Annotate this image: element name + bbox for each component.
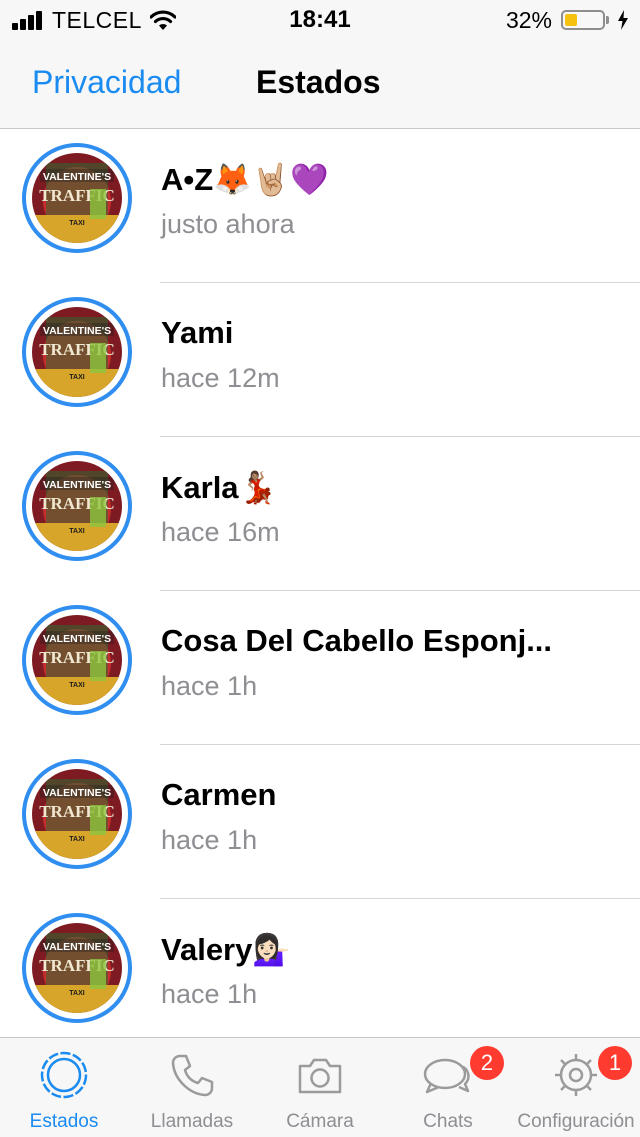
avatar-text-sub: TAXI xyxy=(69,682,84,689)
page-title: Estados xyxy=(256,64,381,100)
contact-name: Karla💃🏽 xyxy=(161,470,278,505)
phone-icon xyxy=(171,1054,214,1097)
status-ring[interactable]: VALENTINE'S TRAFFIC TAXI xyxy=(22,759,132,869)
status-row[interactable]: VALENTINE'S TRAFFIC TAXI Valery💁🏻‍♀️ hace 1h xyxy=(0,899,640,1037)
tab-camara[interactable]: Cámara xyxy=(256,1038,384,1137)
avatar-image: VALENTINE'STRAFFICTAXI xyxy=(32,307,122,397)
contact-name: Cosa Del Cabello Esponj... xyxy=(161,623,553,658)
tab-label: Llamadas xyxy=(150,1111,234,1132)
back-button-privacidad[interactable]: Privacidad xyxy=(32,64,181,101)
status-row[interactable]: VALENTINE'S TRAFFIC TAXI A•Z🦊🤘🏼💜 justo ahora xyxy=(0,129,640,283)
contact-name: Carmen xyxy=(161,777,277,812)
avatar-text-top: VALENTINE'S xyxy=(43,171,111,183)
camera-icon xyxy=(298,1058,342,1094)
avatar-image: VALENTINE'STRAFFICTAXI xyxy=(32,769,122,859)
contact-name: A•Z🦊🤘🏼💜 xyxy=(161,162,329,197)
avatar-image: VALENTINE'STRAFFICTAXI xyxy=(32,923,122,1013)
navigation-bar: Privacidad Estados xyxy=(0,40,640,129)
tab-llamadas[interactable]: Llamadas xyxy=(128,1038,256,1137)
avatar-text-top: VALENTINE'S xyxy=(43,941,111,953)
status-bar: TELCEL 18:41 32% xyxy=(0,0,640,40)
avatar-text-sub: TAXI xyxy=(69,836,84,843)
avatar-text-top: VALENTINE'S xyxy=(43,633,111,645)
status-ring[interactable]: VALENTINE'S TRAFFIC TAXI xyxy=(22,605,132,715)
avatar: VALENTINE'S TRAFFIC TAXI xyxy=(32,307,122,397)
tab-configuracion[interactable]: 1 Configuración xyxy=(512,1038,640,1137)
avatar-image: VALENTINE'STRAFFICTAXI xyxy=(32,615,122,705)
avatar-image: VALENTINE'STRAFFICTAXI xyxy=(32,461,122,551)
status-row[interactable]: VALENTINE'S TRAFFIC TAXI Carmen hace 1h xyxy=(0,745,640,899)
avatar-text-sub: TAXI xyxy=(69,220,84,227)
status-list[interactable]: VALENTINE'S TRAFFIC TAXI A•Z🦊🤘🏼💜 justo ahora… xyxy=(0,129,640,1037)
status-timestamp: hace 1h xyxy=(161,671,258,701)
status-timestamp: justo ahora xyxy=(161,209,295,239)
charging-bolt-icon xyxy=(618,10,628,30)
avatar: VALENTINE'S TRAFFIC TAXI xyxy=(32,153,122,243)
tab-label: Configuración xyxy=(517,1111,635,1132)
status-ring[interactable]: VALENTINE'S TRAFFIC TAXI xyxy=(22,451,132,561)
tab-bar: Estados Llamadas Cámara 2 Chats 1 Config… xyxy=(0,1037,640,1137)
battery-percentage: 32% xyxy=(505,7,552,33)
settings-badge: 1 xyxy=(598,1046,632,1080)
status-row[interactable]: VALENTINE'S TRAFFIC TAXI Karla💃🏽 hace 16m xyxy=(0,437,640,591)
status-ring[interactable]: VALENTINE'S TRAFFIC TAXI xyxy=(22,143,132,253)
tab-label: Cámara xyxy=(286,1111,354,1132)
tab-estados[interactable]: Estados xyxy=(0,1038,128,1137)
avatar-text-top: VALENTINE'S xyxy=(43,479,111,491)
avatar: VALENTINE'S TRAFFIC TAXI xyxy=(32,461,122,551)
chat-bubbles-icon xyxy=(423,1058,470,1094)
status-timestamp: hace 16m xyxy=(161,517,280,547)
avatar-text-top: VALENTINE'S xyxy=(43,325,111,337)
status-ring[interactable]: VALENTINE'S TRAFFIC TAXI xyxy=(22,297,132,407)
status-timestamp: hace 12m xyxy=(161,363,280,393)
tab-label: Chats xyxy=(423,1111,473,1132)
status-ring[interactable]: VALENTINE'S TRAFFIC TAXI xyxy=(22,913,132,1023)
avatar: VALENTINE'S TRAFFIC TAXI xyxy=(32,769,122,859)
status-timestamp: hace 1h xyxy=(161,979,258,1009)
chats-unread-badge: 2 xyxy=(470,1046,504,1080)
status-row[interactable]: VALENTINE'S TRAFFIC TAXI Yami hace 12m xyxy=(0,283,640,437)
avatar-text-sub: TAXI xyxy=(69,374,84,381)
battery-nub xyxy=(606,16,609,24)
contact-name: Valery💁🏻‍♀️ xyxy=(161,932,291,967)
avatar-image: VALENTINE'STRAFFICTAXI xyxy=(32,153,122,243)
contact-name: Yami xyxy=(161,315,234,350)
gear-icon xyxy=(555,1054,597,1096)
avatar: VALENTINE'S TRAFFIC TAXI xyxy=(32,923,122,1013)
avatar-text-sub: TAXI xyxy=(69,528,84,535)
avatar: VALENTINE'S TRAFFIC TAXI xyxy=(32,615,122,705)
avatar-text-sub: TAXI xyxy=(69,990,84,997)
avatar-text-top: VALENTINE'S xyxy=(43,787,111,799)
status-row[interactable]: VALENTINE'S TRAFFIC TAXI Cosa Del Cabello E… xyxy=(0,591,640,745)
battery-icon xyxy=(561,10,605,30)
status-ring-icon xyxy=(40,1051,88,1099)
tab-chats[interactable]: 2 Chats xyxy=(384,1038,512,1137)
status-timestamp: hace 1h xyxy=(161,825,258,855)
